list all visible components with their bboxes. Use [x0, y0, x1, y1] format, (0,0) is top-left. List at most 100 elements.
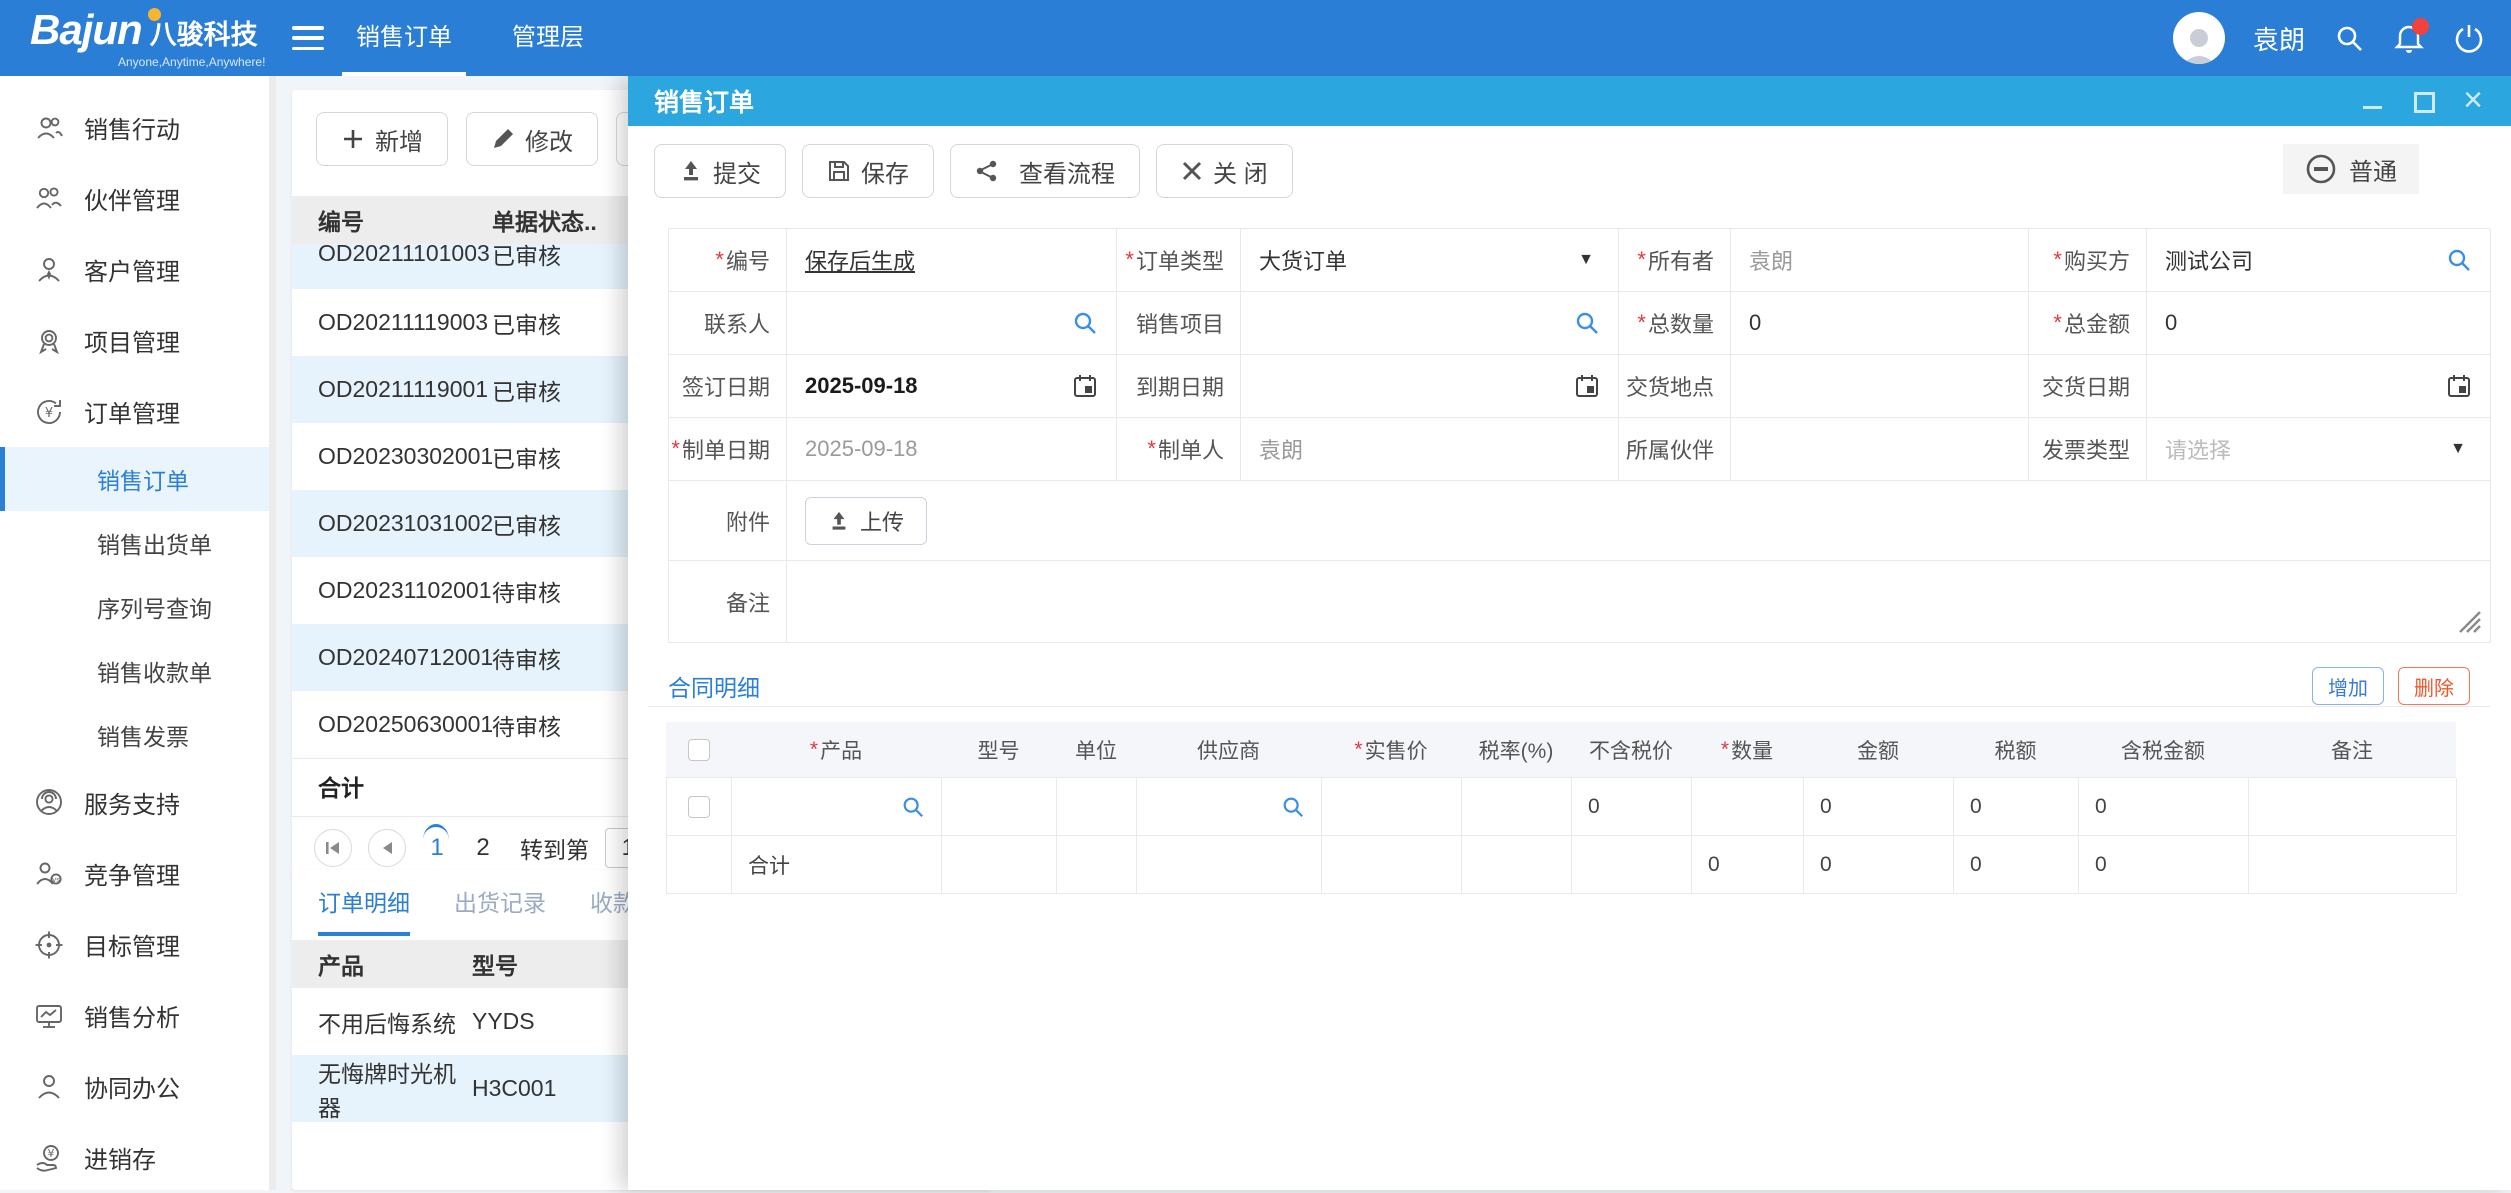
- sign-date-field[interactable]: 2025-09-18: [787, 355, 1117, 418]
- contact-field[interactable]: [787, 292, 1117, 355]
- detail-line-row: 0 0 0 0: [666, 778, 2456, 836]
- first-page-button[interactable]: [314, 829, 352, 867]
- sale-price-cell[interactable]: [1322, 778, 1462, 835]
- sidebar-subitem-sales-receipt[interactable]: 销售收款单: [0, 639, 276, 703]
- menu-icon[interactable]: [292, 26, 324, 50]
- sidebar-item-projects[interactable]: 项目管理: [0, 305, 276, 376]
- tab-sales-order[interactable]: 销售订单: [332, 0, 476, 76]
- sidebar-subitem-sales-shipment[interactable]: 销售出货单: [0, 511, 276, 575]
- partner-field[interactable]: [1731, 418, 2029, 481]
- buyer-field[interactable]: 测试公司: [2147, 229, 2491, 292]
- sidebar-subitem-serial-query[interactable]: 序列号查询: [0, 575, 276, 639]
- column-qty: 数量: [1691, 722, 1803, 777]
- search-icon[interactable]: [2333, 22, 2365, 54]
- price-ex-tax-cell[interactable]: 0: [1572, 778, 1692, 835]
- tab-order-detail[interactable]: 订单明细: [318, 884, 410, 936]
- close-icon[interactable]: ×: [2461, 89, 2485, 113]
- search-icon[interactable]: [2446, 247, 2472, 273]
- sidebar-item-sales-action[interactable]: 销售行动: [0, 92, 276, 163]
- sidebar-scrollbar[interactable]: [269, 76, 276, 1190]
- add-line-button[interactable]: 增加: [2312, 667, 2384, 705]
- sidebar-subitem-sales-order[interactable]: 销售订单: [0, 447, 276, 511]
- user-name[interactable]: 袁朗: [2253, 20, 2305, 57]
- bell-icon[interactable]: [2393, 22, 2425, 54]
- sidebar-item-partners[interactable]: 伙伴管理: [0, 163, 276, 234]
- add-button[interactable]: 新增: [316, 112, 448, 166]
- maximize-icon[interactable]: [2411, 89, 2435, 113]
- search-icon[interactable]: [1072, 310, 1098, 336]
- column-product: 产品: [292, 947, 472, 981]
- field-label-remark: 备注: [669, 561, 787, 643]
- order-type-select[interactable]: 大货订单▼: [1241, 229, 1619, 292]
- status-badge: 已审核: [492, 373, 561, 407]
- field-label-delivery-date: 交货日期: [2029, 355, 2147, 418]
- user-avatar[interactable]: [2173, 12, 2225, 64]
- page-number-1[interactable]: 1: [422, 834, 452, 862]
- sidebar-item-customers[interactable]: 客户管理: [0, 234, 276, 305]
- resize-handle[interactable]: [2456, 608, 2482, 634]
- search-icon[interactable]: [1281, 795, 1305, 819]
- topbar: Bajun 八骏科技 Anyone,Anytime,Anywhere! 销售订单…: [0, 0, 2511, 76]
- sidebar-subitem-sales-invoice[interactable]: 销售发票: [0, 703, 276, 767]
- sales-project-field[interactable]: [1241, 292, 1619, 355]
- sidebar-item-service[interactable]: 服务支持: [0, 767, 276, 838]
- sidebar-item-inventory[interactable]: ¥ 进销存: [0, 1122, 276, 1193]
- chevron-down-icon: ▼: [2450, 440, 2472, 458]
- column-amount-inc-tax: 含税金额: [2078, 722, 2248, 777]
- remark-cell[interactable]: [2249, 778, 2457, 835]
- owner-field[interactable]: 袁朗: [1731, 229, 2029, 292]
- status-badge: 已审核: [492, 507, 561, 541]
- project-icon: [34, 326, 64, 356]
- sidebar-item-orders[interactable]: ¥ 订单管理: [0, 376, 276, 447]
- close-order-button[interactable]: 关 闭: [1156, 144, 1293, 198]
- power-icon[interactable]: [2453, 22, 2485, 54]
- unit-cell[interactable]: [1057, 778, 1137, 835]
- save-button[interactable]: 保存: [802, 144, 934, 198]
- contract-detail-title: 合同明细: [668, 669, 760, 703]
- delete-line-button[interactable]: 删除: [2398, 667, 2470, 705]
- qty-cell[interactable]: [1692, 778, 1804, 835]
- search-icon[interactable]: [901, 795, 925, 819]
- chevron-down-icon: ▼: [1578, 251, 1600, 269]
- row-checkbox[interactable]: [688, 796, 710, 818]
- priority-chip[interactable]: 普通: [2283, 144, 2419, 194]
- partners-icon: [34, 184, 64, 214]
- sidebar-item-targets[interactable]: 目标管理: [0, 909, 276, 980]
- sidebar-item-sales-analysis[interactable]: 销售分析: [0, 980, 276, 1051]
- remark-field[interactable]: [787, 561, 2491, 643]
- due-date-field[interactable]: [1241, 355, 1619, 418]
- order-no-field[interactable]: 保存后生成: [787, 229, 1117, 292]
- amount-inc-tax-cell[interactable]: 0: [2079, 778, 2249, 835]
- field-label-sign-date: 签订日期: [669, 355, 787, 418]
- view-flow-button[interactable]: 查看流程: [950, 144, 1140, 198]
- sidebar-item-collaboration[interactable]: 协同办公: [0, 1051, 276, 1122]
- calendar-icon[interactable]: [2446, 373, 2472, 399]
- sidebar-item-competition[interactable]: vs 竞争管理: [0, 838, 276, 909]
- search-icon[interactable]: [1574, 310, 1600, 336]
- calendar-icon[interactable]: [1574, 373, 1600, 399]
- page-number-2[interactable]: 2: [468, 834, 498, 862]
- total-amount-field[interactable]: 0: [2147, 292, 2491, 355]
- select-all-checkbox[interactable]: [688, 739, 710, 761]
- amount-cell[interactable]: 0: [1804, 778, 1954, 835]
- field-label-buyer: 购买方: [2029, 229, 2147, 292]
- total-qty-field[interactable]: 0: [1731, 292, 2029, 355]
- supplier-picker-cell[interactable]: [1137, 778, 1322, 835]
- model-cell[interactable]: [942, 778, 1057, 835]
- minimize-icon[interactable]: [2361, 89, 2385, 113]
- tax-rate-cell[interactable]: [1462, 778, 1572, 835]
- total-qty: 0: [1692, 836, 1804, 893]
- calendar-icon[interactable]: [1072, 373, 1098, 399]
- product-picker-cell[interactable]: [732, 778, 942, 835]
- upload-button[interactable]: 上传: [805, 497, 927, 545]
- prev-page-button[interactable]: [368, 829, 406, 867]
- invoice-type-select[interactable]: 请选择▼: [2147, 418, 2491, 481]
- tax-cell[interactable]: 0: [1954, 778, 2079, 835]
- column-price-ex-tax: 不含税价: [1571, 722, 1691, 777]
- tab-shipment-record[interactable]: 出货记录: [454, 884, 546, 936]
- edit-button[interactable]: 修改: [466, 112, 598, 166]
- delivery-date-field[interactable]: [2147, 355, 2491, 418]
- delivery-place-field[interactable]: [1731, 355, 2029, 418]
- tab-management[interactable]: 管理层: [476, 0, 620, 76]
- submit-button[interactable]: 提交: [654, 144, 786, 198]
